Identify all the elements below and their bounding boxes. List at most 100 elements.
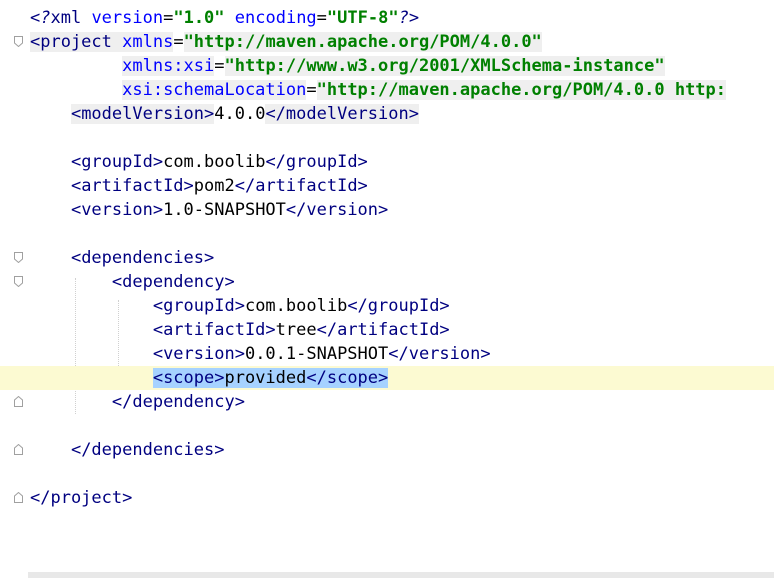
code-line[interactable] — [0, 414, 774, 438]
horizontal-scrollbar[interactable] — [28, 572, 774, 578]
code-line[interactable]: <version>0.0.1-SNAPSHOT</version> — [0, 342, 774, 366]
code-line[interactable]: <scope>provided</scope> — [0, 366, 774, 390]
code-token: <version> — [70, 200, 164, 220]
code-line[interactable]: <version>1.0-SNAPSHOT</version> — [0, 198, 774, 222]
code-line[interactable]: </dependency> — [0, 390, 774, 414]
code-token: com.boolib — [163, 152, 266, 172]
code-token: "http://maven.apache.org/POM/4.0.0 http: — [316, 80, 727, 100]
code-line-text: <artifactId>pom2</artifactId> — [30, 174, 368, 198]
code-line[interactable]: </dependencies> — [0, 438, 774, 462]
code-token: <artifactId> — [70, 176, 194, 196]
code-line-text: <groupId>com.boolib</groupId> — [30, 294, 450, 318]
code-line-text: <version>1.0-SNAPSHOT</version> — [30, 198, 388, 222]
fold-collapse-icon[interactable] — [14, 276, 23, 287]
code-line-text: <scope>provided</scope> — [30, 366, 389, 390]
code-line-text: <version>0.0.1-SNAPSHOT</version> — [30, 342, 491, 366]
code-token: "http://www.w3.org/2001/XMLSchema-instan… — [224, 56, 665, 76]
code-line[interactable]: xmlns:xsi="http://www.w3.org/2001/XMLSch… — [0, 54, 774, 78]
code-token: xmlns — [122, 32, 174, 52]
code-token: "http://maven.apache.org/POM/4.0.0" — [183, 32, 542, 52]
code-line-text: </project> — [30, 486, 132, 510]
code-line[interactable] — [0, 126, 774, 150]
code-line-text: xsi:schemaLocation="http://maven.apache.… — [30, 78, 727, 102]
code-token: xmlns:xsi — [122, 56, 215, 76]
code-line[interactable]: <?xml version="1.0" encoding="UTF-8"?> — [0, 6, 774, 30]
code-token: </artifactId> — [316, 320, 450, 340]
code-token: <dependency> — [111, 272, 235, 292]
code-token: <groupId> — [152, 296, 245, 316]
code-token: <scope> — [152, 368, 225, 388]
code-token: = — [214, 56, 225, 76]
code-token: tree — [275, 320, 317, 340]
code-token: 4.0.0 — [214, 104, 266, 124]
code-token: ?> — [398, 8, 420, 28]
code-token: <groupId> — [70, 152, 164, 172]
code-token: "UTF-8" — [326, 8, 399, 28]
code-line[interactable]: <artifactId>pom2</artifactId> — [0, 174, 774, 198]
code-token: <modelVersion> — [70, 104, 215, 124]
code-token: <dependencies> — [70, 248, 215, 268]
code-token: = — [306, 80, 317, 100]
code-token: xml — [50, 8, 92, 28]
code-line[interactable]: <dependencies> — [0, 246, 774, 270]
code-token: provided — [224, 368, 307, 388]
code-line-text: <modelVersion>4.0.0</modelVersion> — [30, 102, 419, 126]
code-line[interactable]: <groupId>com.boolib</groupId> — [0, 294, 774, 318]
code-token: encoding — [234, 8, 317, 28]
code-line-text: </dependencies> — [30, 438, 225, 462]
code-token: "1.0" — [173, 8, 225, 28]
fold-collapse-icon[interactable] — [14, 252, 23, 263]
code-line-text: <?xml version="1.0" encoding="UTF-8"?> — [30, 6, 419, 30]
code-token: <project — [30, 32, 123, 52]
code-token: </project> — [30, 488, 133, 508]
code-line[interactable] — [0, 222, 774, 246]
code-token: <? — [30, 8, 51, 28]
code-line-text: <project xmlns="http://maven.apache.org/… — [30, 30, 542, 54]
code-line-text: <dependency> — [30, 270, 235, 294]
code-line[interactable]: xsi:schemaLocation="http://maven.apache.… — [0, 78, 774, 102]
code-line-text: xmlns:xsi="http://www.w3.org/2001/XMLSch… — [30, 54, 665, 78]
code-token: xsi:schemaLocation — [122, 80, 307, 100]
code-line[interactable]: </project> — [0, 486, 774, 510]
fold-end-icon[interactable] — [14, 396, 23, 407]
fold-end-icon[interactable] — [14, 444, 23, 455]
code-token: </dependency> — [111, 392, 245, 412]
fold-collapse-icon[interactable] — [14, 36, 23, 47]
code-token: = — [163, 8, 174, 28]
code-line-text: <dependencies> — [30, 246, 214, 270]
code-token: version — [91, 8, 164, 28]
code-token: pom2 — [193, 176, 235, 196]
code-token: </artifactId> — [234, 176, 368, 196]
code-token: = — [316, 8, 327, 28]
code-line[interactable] — [0, 462, 774, 486]
code-line-text: <artifactId>tree</artifactId> — [30, 318, 450, 342]
code-token: </version> — [285, 200, 389, 220]
code-token: <artifactId> — [152, 320, 276, 340]
code-line[interactable]: <dependency> — [0, 270, 774, 294]
code-line-text: <groupId>com.boolib</groupId> — [30, 150, 368, 174]
fold-end-icon[interactable] — [14, 492, 23, 503]
code-token: </dependencies> — [70, 440, 225, 460]
code-token: 0.0.1-SNAPSHOT — [244, 344, 389, 364]
code-token: </version> — [388, 344, 491, 364]
code-token: </groupId> — [265, 152, 368, 172]
code-line[interactable]: <artifactId>tree</artifactId> — [0, 318, 774, 342]
code-line[interactable]: <modelVersion>4.0.0</modelVersion> — [0, 102, 774, 126]
code-token: </modelVersion> — [265, 104, 419, 124]
code-line[interactable]: <groupId>com.boolib</groupId> — [0, 150, 774, 174]
code-line-text: </dependency> — [30, 390, 245, 414]
code-line[interactable]: <project xmlns="http://maven.apache.org/… — [0, 30, 774, 54]
